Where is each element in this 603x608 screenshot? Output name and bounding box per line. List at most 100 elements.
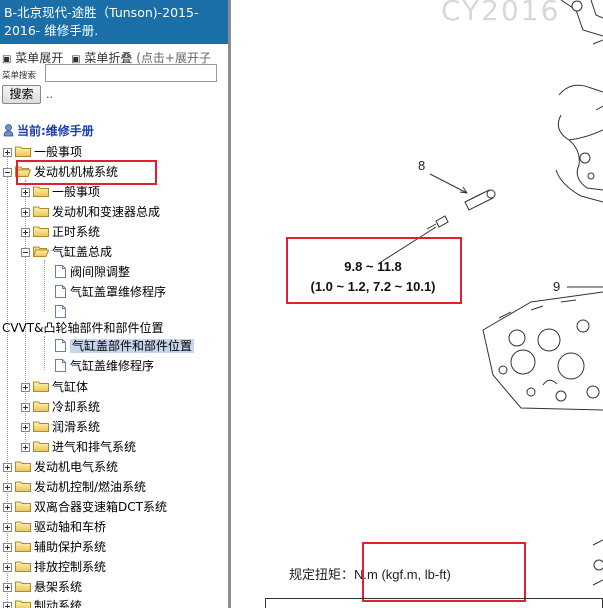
callout-number: 9 xyxy=(553,279,561,294)
tree-item-label-selected: 气缸盖部件和部件位置 xyxy=(70,339,195,353)
expand-toggle-icon[interactable] xyxy=(3,483,12,492)
expand-toggle-icon[interactable] xyxy=(21,443,30,452)
current-location-label: 当前:维修手册 xyxy=(17,124,94,138)
folder-icon xyxy=(15,541,31,552)
right-edge-part xyxy=(592,539,603,586)
highlight-box xyxy=(286,237,462,304)
tree-item-label: 正时系统 xyxy=(52,225,101,239)
folder-icon xyxy=(15,581,31,592)
tree-item-label: 双离合器变速箱DCT系统 xyxy=(34,500,167,514)
folder-icon xyxy=(33,421,49,432)
folder-icon xyxy=(15,481,31,492)
expand-toggle-icon[interactable] xyxy=(3,583,12,592)
expand-toggle-icon[interactable] xyxy=(21,228,30,237)
folder-icon xyxy=(33,186,49,197)
tree-item-restraint-system[interactable]: 辅助保护系统 xyxy=(3,537,106,557)
folder-icon xyxy=(33,206,49,217)
menu-expand-link[interactable]: 菜单展开 xyxy=(15,51,63,65)
spec-label: 规定扭矩： xyxy=(289,568,355,583)
expand-toggle-icon[interactable] xyxy=(3,463,12,472)
search-input[interactable] xyxy=(45,64,217,82)
cylinder-head-upper xyxy=(555,0,603,203)
expand-toggle-icon[interactable] xyxy=(3,148,12,157)
tree-item-label: 冷却系统 xyxy=(52,400,101,414)
menu-collapse-link[interactable]: 菜单折叠 xyxy=(84,51,132,65)
tree-item-label: 辅助保护系统 xyxy=(34,540,107,554)
collapse-toggle-icon[interactable] xyxy=(21,248,30,257)
document-icon xyxy=(55,305,66,318)
expand-toggle-icon[interactable] xyxy=(3,543,12,552)
tree-item-label: 气缸体 xyxy=(52,380,89,394)
tree-item-lubrication-system[interactable]: 润滑系统 xyxy=(21,417,100,437)
tree-item-engine-electrical[interactable]: 发动机电气系统 xyxy=(3,457,118,477)
open-folder-icon xyxy=(33,246,49,257)
folder-icon xyxy=(33,441,49,452)
expand-toggle-icon[interactable] xyxy=(21,403,30,412)
manual-title: B-北京现代-途胜（Tunson)-2015-2016- 维修手册. xyxy=(0,0,228,44)
expand-toggle-icon[interactable] xyxy=(3,523,12,532)
document-icon xyxy=(55,265,66,278)
tree-item-emission-control[interactable]: 排放控制系统 xyxy=(3,557,106,577)
tree-item-label: 发动机电气系统 xyxy=(34,460,119,474)
tree-item-engine-general[interactable]: 一般事项 xyxy=(21,182,100,202)
folder-icon xyxy=(15,461,31,472)
expand-toggle-icon[interactable] xyxy=(21,208,30,217)
tree-item-cooling-system[interactable]: 冷却系统 xyxy=(21,397,100,417)
search-label: 菜单搜索 xyxy=(2,71,37,81)
folder-icon xyxy=(15,521,31,532)
tree-item-label: 制动系统 xyxy=(34,599,83,608)
search-button[interactable]: 搜索 xyxy=(2,85,41,104)
tree-item-valve-clearance[interactable]: 阀间隙调整 xyxy=(55,262,130,282)
callout-number: 8 xyxy=(418,158,426,173)
tree-item-head-cover-procedure[interactable]: 气缸盖罩维修程序 xyxy=(55,282,166,302)
folder-icon xyxy=(33,226,49,237)
tree-item-dct-transmission[interactable]: 双离合器变速箱DCT系统 xyxy=(3,497,167,517)
folder-icon xyxy=(15,501,31,512)
tree-item-engine-control-fuel[interactable]: 发动机控制/燃油系统 xyxy=(3,477,146,497)
folder-icon xyxy=(33,381,49,392)
tree-item-cylinder-head-procedure[interactable]: 气缸盖维修程序 xyxy=(55,356,154,376)
content-pane: CY2016 8 9 9.8 ~ 11.8 (1.0 ~ 1.2, 7.2 ~ … xyxy=(231,0,603,608)
tree-item-general[interactable]: 一般事项 xyxy=(3,142,82,162)
tree-connector xyxy=(44,336,45,370)
expand-icon: ▣ xyxy=(2,54,12,65)
tree-item-brake-system[interactable]: 制动系统 xyxy=(3,596,82,608)
cylinder-head-gasket xyxy=(482,291,603,411)
tree-item-cylinder-head-assembly[interactable]: 气缸盖总成 xyxy=(21,242,112,262)
tree-item-driveshaft-axle[interactable]: 驱动轴和车桥 xyxy=(3,517,106,537)
content-frame xyxy=(265,598,603,608)
expand-toggle-icon[interactable] xyxy=(3,602,12,608)
tree-item-label: 阀间隙调整 xyxy=(70,265,131,279)
tree-item-engine-transmission-assembly[interactable]: 发动机和变速器总成 xyxy=(21,202,160,222)
tree-item-cvvt-camshaft[interactable]: CVVT&凸轮轴部件和部件位置 xyxy=(2,318,164,338)
collapse-toggle-icon[interactable] xyxy=(3,168,12,177)
tree-item-label: CVVT&凸轮轴部件和部件位置 xyxy=(2,321,164,335)
tree-item-label: 气缸盖维修程序 xyxy=(70,359,155,373)
expand-toggle-icon[interactable] xyxy=(21,188,30,197)
tree-item-label: 悬架系统 xyxy=(34,580,83,594)
document-icon xyxy=(55,339,66,352)
tree-item-suspension[interactable]: 悬架系统 xyxy=(3,577,82,597)
user-icon xyxy=(3,124,14,137)
tree-item-label: 进气和排气系统 xyxy=(52,440,137,454)
tree-item-label: 一般事项 xyxy=(34,145,83,159)
sidebar: B-北京现代-途胜（Tunson)-2015-2016- 维修手册. ▣ 菜单展… xyxy=(0,0,228,608)
expand-toggle-icon[interactable] xyxy=(21,423,30,432)
tree-item-label: 一般事项 xyxy=(52,185,101,199)
current-location: 当前:维修手册 xyxy=(3,122,94,139)
document-icon xyxy=(55,359,66,372)
tree-item-label: 发动机和变速器总成 xyxy=(52,205,161,219)
tree-item-label: 气缸盖罩维修程序 xyxy=(70,285,167,299)
tree-item-timing-system[interactable]: 正时系统 xyxy=(21,222,100,242)
menu-hint: (点击+展开子 xyxy=(136,51,211,65)
expand-toggle-icon[interactable] xyxy=(21,383,30,392)
tree-item-label: 排放控制系统 xyxy=(34,560,107,574)
expand-toggle-icon[interactable] xyxy=(3,503,12,512)
tree-item-cylinder-head-components[interactable]: 气缸盖部件和部件位置 xyxy=(55,336,195,356)
expand-toggle-icon[interactable] xyxy=(3,563,12,572)
tree-item-label: 发动机控制/燃油系统 xyxy=(34,480,147,494)
tree-item-cylinder-block[interactable]: 气缸体 xyxy=(21,377,88,397)
tree-item-label: 气缸盖总成 xyxy=(52,245,113,259)
tree-item-intake-exhaust[interactable]: 进气和排气系统 xyxy=(21,437,136,457)
tree-item-label: 驱动轴和车桥 xyxy=(34,520,107,534)
